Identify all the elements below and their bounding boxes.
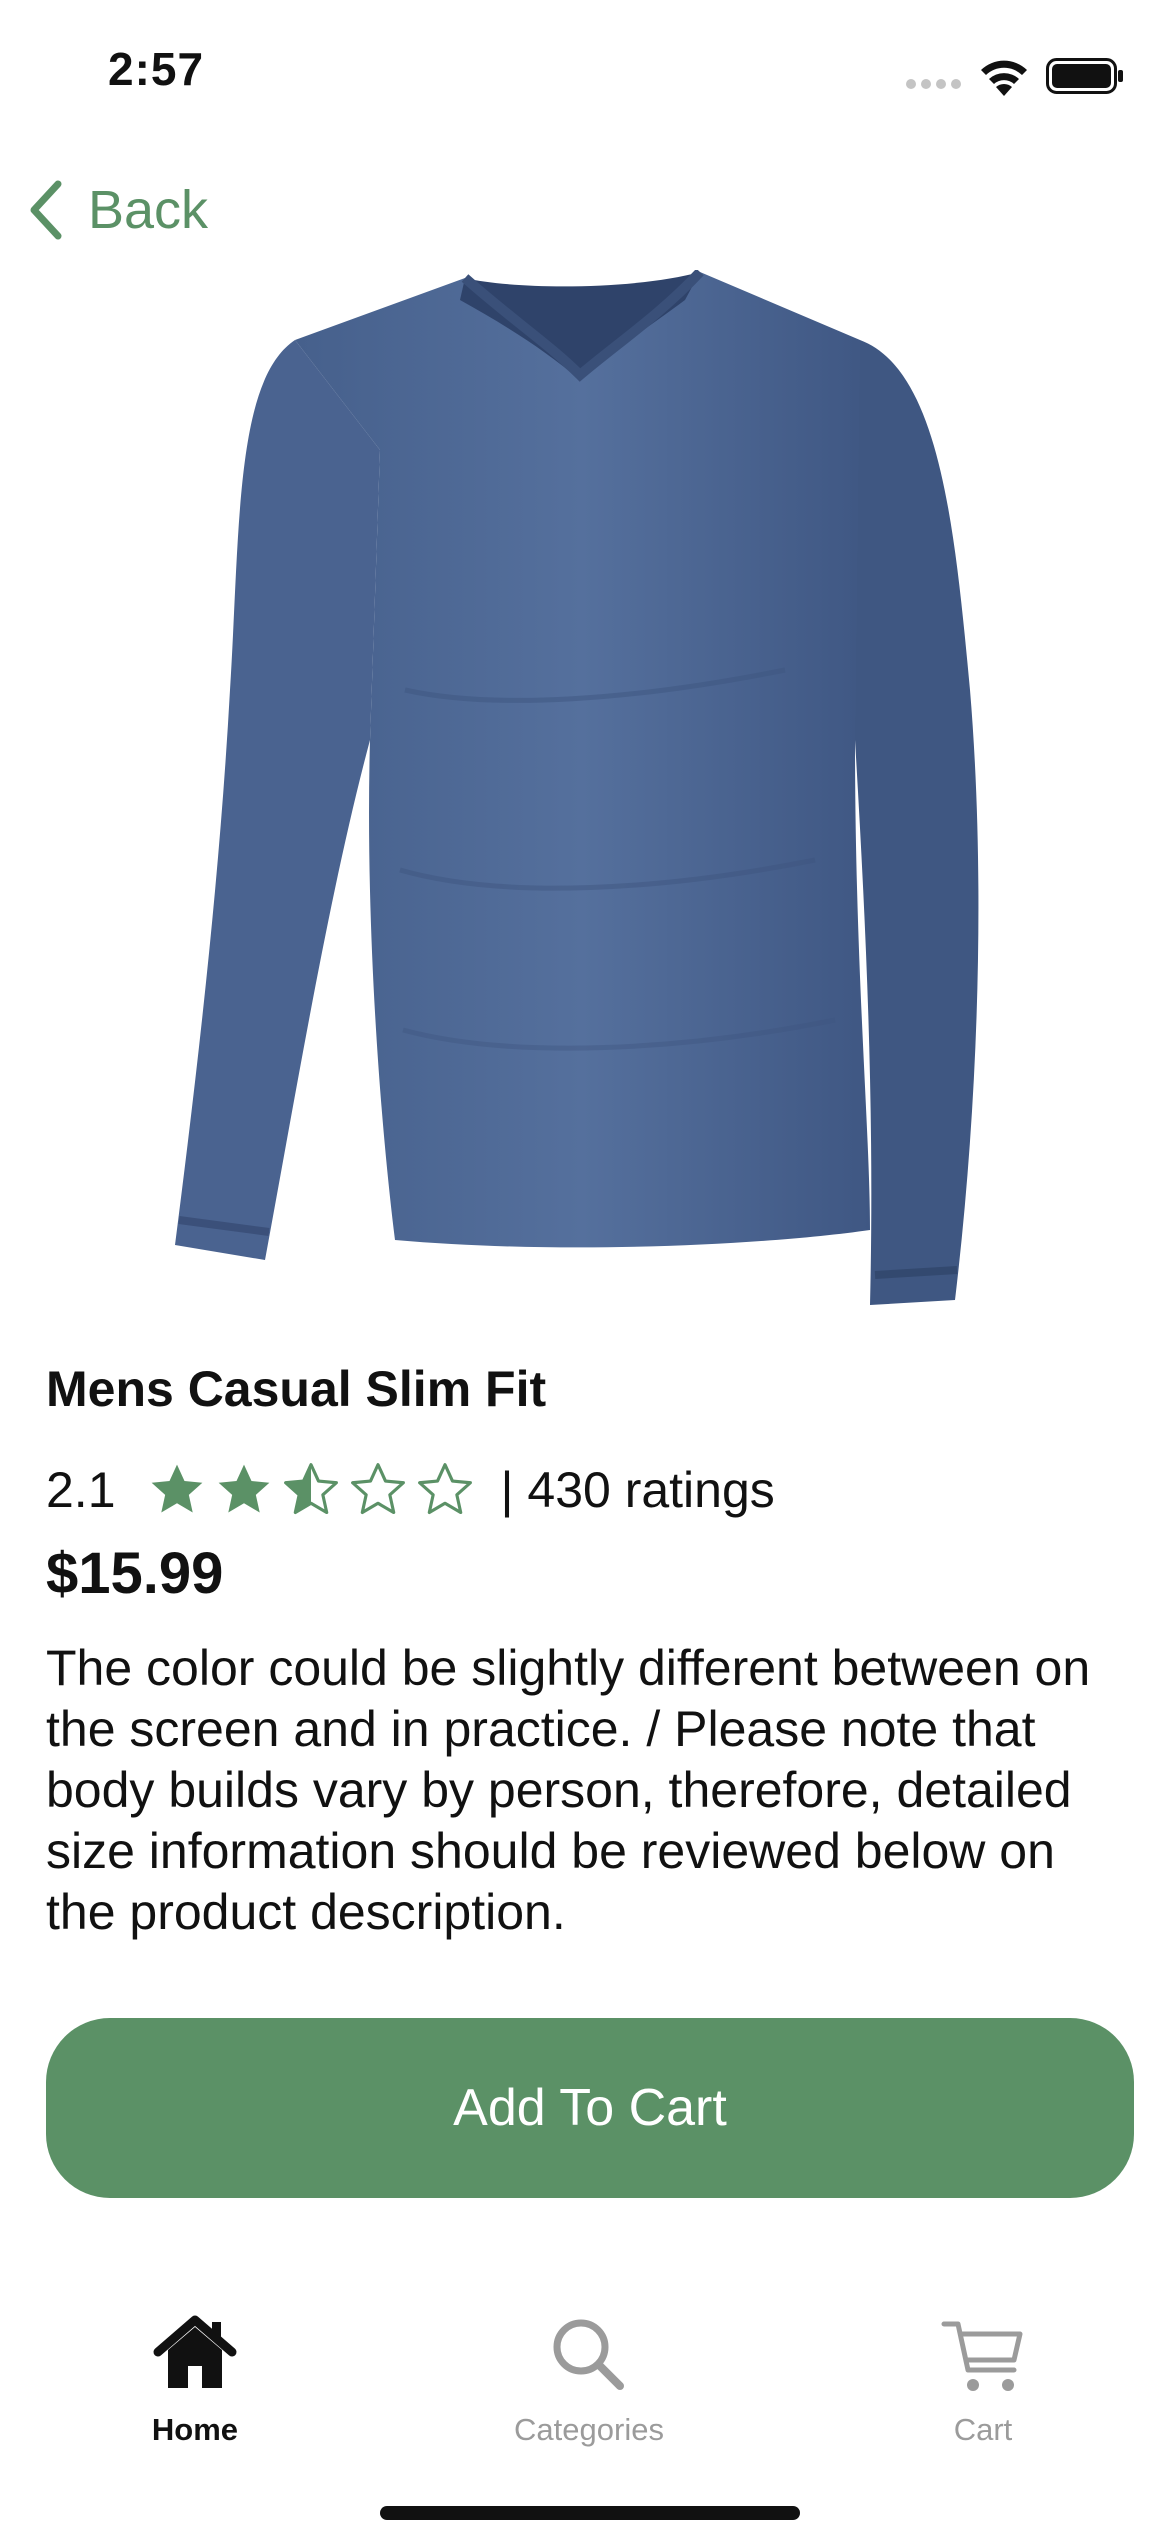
- product-description: The color could be slightly different be…: [46, 1640, 1091, 1940]
- signal-icon: [906, 79, 961, 89]
- back-label: Back: [88, 180, 209, 240]
- product-price: $15.99: [46, 1541, 224, 1606]
- status-icons: [906, 52, 1126, 102]
- product-title: Mens Casual Slim Fit: [46, 1361, 547, 1417]
- star-filled-icon: [218, 1464, 269, 1513]
- ratings-count: | 430 ratings: [500, 1462, 775, 1518]
- star-half-icon: [283, 1463, 338, 1515]
- tab-cart[interactable]: Cart: [853, 2310, 1113, 2460]
- chevron-left-icon: [30, 180, 62, 240]
- tab-home-label: Home: [151, 2412, 239, 2447]
- tab-categories-label: Categories: [514, 2412, 664, 2447]
- star-rating: [148, 1461, 483, 1519]
- home-indicator[interactable]: [380, 2506, 800, 2520]
- status-bar: 2:57: [0, 0, 1170, 150]
- back-button[interactable]: Back: [24, 170, 208, 250]
- rating-row: 2.1 | 430 ratings: [46, 1450, 775, 1530]
- rating-value: 2.1: [46, 1462, 116, 1518]
- search-icon: [553, 2319, 624, 2390]
- tab-categories[interactable]: Categories: [459, 2310, 719, 2460]
- tab-home[interactable]: Home: [65, 2310, 325, 2460]
- long-sleeve-shirt-image: [175, 270, 979, 1305]
- tab-bar: Home Categories Cart: [0, 2290, 1170, 2490]
- tab-cart-label: Cart: [953, 2412, 1013, 2447]
- battery-icon: [1046, 58, 1123, 94]
- cart-icon: [941, 2321, 1023, 2391]
- star-empty-icon: [350, 1463, 405, 1515]
- status-time: 2:57: [108, 43, 205, 95]
- star-empty-icon: [417, 1463, 472, 1515]
- home-icon: [153, 2315, 237, 2388]
- wifi-icon: [981, 60, 1027, 96]
- add-to-cart-button[interactable]: Add To Cart: [46, 2018, 1134, 2198]
- star-filled-icon: [151, 1464, 202, 1513]
